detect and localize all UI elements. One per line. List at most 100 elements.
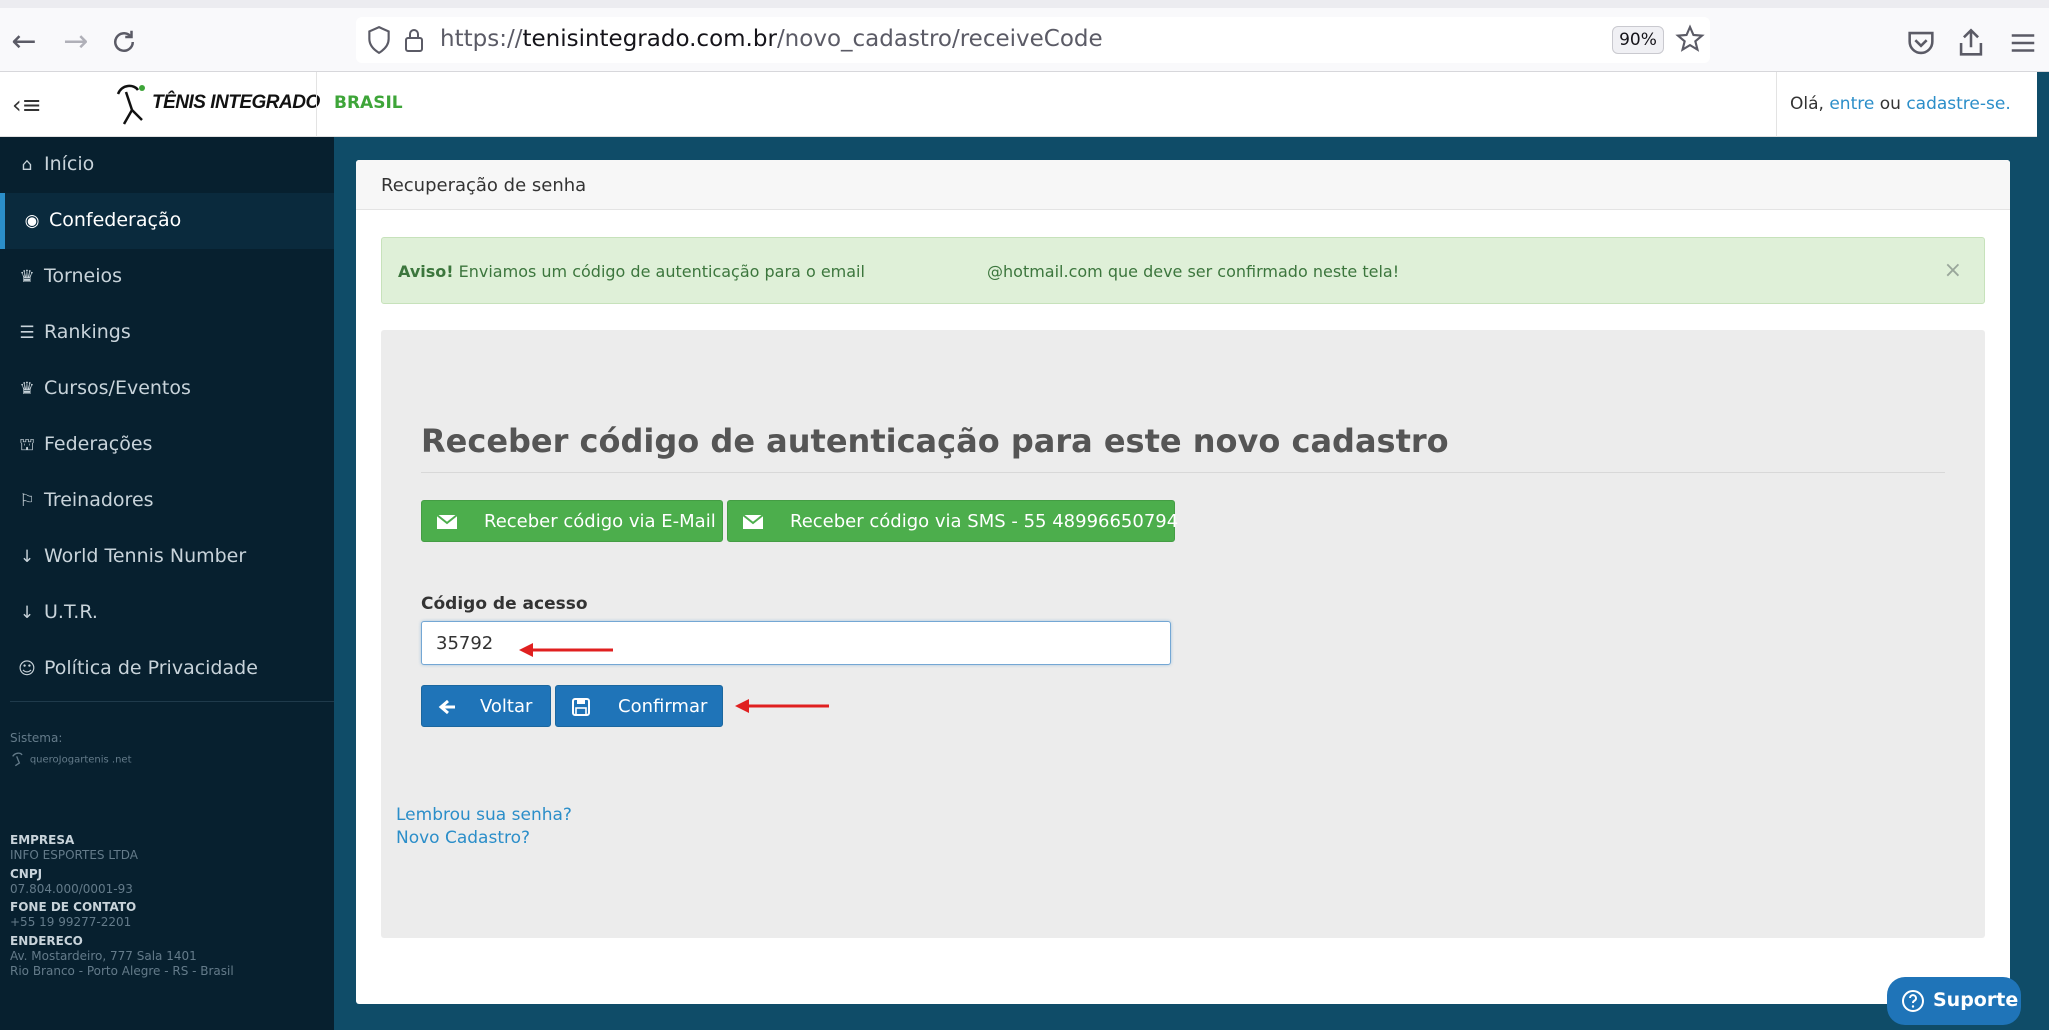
address-label: ENDERECO — [10, 934, 83, 948]
login-prompt: Olá, entre ou cadastre-se. — [1790, 94, 2011, 114]
sidebar-item-confederacao[interactable]: ◉ Confederação — [0, 193, 334, 249]
signup-link[interactable]: cadastre-se. — [1906, 94, 2010, 114]
button-label: Receber código via E-Mail — [484, 511, 716, 532]
sidebar-item-label: Torneios — [44, 265, 123, 287]
access-code-label: Código de acesso — [421, 594, 588, 614]
url-text[interactable]: https://tenisintegrado.com.br/novo_cadas… — [440, 26, 1103, 52]
pocket-icon[interactable] — [1904, 26, 1938, 60]
sidebar-item-label: Treinadores — [44, 489, 154, 511]
url-scheme: https:// — [440, 26, 523, 52]
or-text: ou — [1874, 94, 1907, 114]
panel-heading: Recuperação de senha — [356, 160, 2010, 210]
support-button[interactable]: Suporte — [1887, 977, 2021, 1025]
sidebar-item-federacoes[interactable]: ⛫ Federações — [0, 417, 334, 473]
new-registration-link[interactable]: Novo Cadastro? — [396, 828, 530, 848]
envelope-icon — [742, 514, 764, 529]
send-code-email-button[interactable]: Receber código via E-Mail — [421, 500, 723, 542]
app-header: ‹≡ TÊNIS INTEGRADO BRASIL Olá, entre ou … — [0, 72, 2049, 137]
share-icon[interactable] — [1954, 26, 1988, 60]
sidebar-item-label: Rankings — [44, 321, 131, 343]
button-label: Confirmar — [618, 696, 708, 717]
arrow-left-icon — [438, 699, 455, 715]
support-label: Suporte — [1933, 989, 2019, 1011]
url-domain: tenisintegrado.com.br — [522, 26, 777, 52]
tennis-player-logo-icon — [116, 84, 145, 125]
tennis-player-logo-icon — [12, 752, 23, 767]
floppy-disk-icon — [572, 698, 590, 716]
cnpj-label: CNPJ — [10, 867, 43, 881]
back-icon[interactable]: ← — [6, 24, 42, 60]
envelope-icon — [436, 514, 458, 529]
login-link[interactable]: entre — [1829, 94, 1874, 114]
remember-password-link[interactable]: Lembrou sua senha? — [396, 805, 572, 825]
country-label: BRASIL — [334, 93, 403, 113]
password-recovery-panel: Recuperação de senha Aviso! Enviamos um … — [356, 160, 2010, 1004]
trophy-icon: ♛ — [19, 379, 35, 399]
address-bar[interactable]: https://tenisintegrado.com.br/novo_cadas… — [356, 17, 1710, 63]
sidebar-item-treinadores[interactable]: ⚐ Treinadores — [0, 473, 334, 529]
sidebar-item-inicio[interactable]: ⌂ Início — [0, 137, 334, 193]
url-path: /novo_cadastro/receiveCode — [776, 26, 1103, 52]
annotation-arrow-icon — [735, 699, 829, 713]
header-divider — [1776, 72, 1777, 137]
system-logo[interactable]: queroJogartenis .net — [10, 751, 132, 768]
sidebar-item-utr[interactable]: ↓ U.T.R. — [0, 585, 334, 641]
forward-icon[interactable]: → — [58, 24, 94, 60]
sidebar-item-label: Política de Privacidade — [44, 657, 258, 679]
sidebar-divider — [10, 701, 334, 702]
phone-value: +55 19 99277-2201 — [10, 915, 132, 929]
bank-icon: ⛫ — [19, 435, 35, 455]
help-circle-icon — [1902, 990, 1924, 1012]
tab-strip — [0, 0, 2049, 8]
lock-icon[interactable] — [402, 25, 426, 55]
annotation-arrow-icon — [519, 643, 613, 657]
flag-icon: ⚐ — [19, 491, 35, 511]
site-logo[interactable]: TÊNIS INTEGRADO — [112, 80, 320, 128]
cnpj-value: 07.804.000/0001-93 — [10, 882, 133, 896]
sidebar-item-label: U.T.R. — [44, 601, 98, 623]
bookmark-star-icon[interactable] — [1674, 23, 1706, 55]
alert-bold-label: Aviso! — [398, 262, 454, 281]
users-icon: ☺ — [18, 659, 36, 679]
success-alert: Aviso! Enviamos um código de autenticaçã… — [381, 237, 1985, 304]
sidebar-item-label: Federações — [44, 433, 153, 455]
auth-code-section: Receber código de autenticação para este… — [381, 330, 1985, 938]
send-code-sms-button[interactable]: Receber código via SMS - 55 48996650794 — [727, 500, 1179, 542]
sidebar-item-torneios[interactable]: ♛ Torneios — [0, 249, 334, 305]
trophy-icon: ♛ — [19, 267, 35, 287]
sidebar: ⌂ Início ◉ Confederação ♛ Torneios ☰ Ranking… — [0, 137, 334, 1030]
sidebar-item-rankings[interactable]: ☰ Rankings — [0, 305, 334, 361]
button-label: Receber código via SMS - 55 48996650794 — [790, 511, 1179, 532]
globe-icon: ◉ — [24, 211, 40, 231]
tracking-shield-icon[interactable] — [366, 25, 392, 55]
sidebar-item-politica-privacidade[interactable]: ☺ Política de Privacidade — [0, 641, 334, 697]
sort-icon: ↓ — [19, 547, 35, 567]
panel-title: Recuperação de senha — [381, 175, 587, 196]
reload-icon[interactable] — [106, 24, 142, 60]
sidebar-toggle-icon[interactable]: ‹≡ — [12, 88, 46, 122]
phone-label: FONE DE CONTATO — [10, 900, 137, 914]
address-line: Av. Mostardeiro, 777 Sala 1401 — [10, 949, 197, 963]
zoom-level-button[interactable]: 90% — [1612, 26, 1664, 54]
alert-body-text: Enviamos um código de autenticação para … — [453, 262, 1400, 281]
company-value: INFO ESPORTES LTDA — [10, 848, 138, 862]
scrollbar[interactable] — [2037, 72, 2049, 1030]
hamburger-menu-icon[interactable] — [2008, 26, 2038, 60]
sidebar-item-label: Confederação — [49, 209, 182, 231]
system-label: Sistema: — [10, 731, 63, 745]
home-icon: ⌂ — [21, 155, 33, 175]
sidebar-item-label: Cursos/Eventos — [44, 377, 191, 399]
alert-close-icon[interactable]: × — [1944, 258, 1962, 283]
sidebar-item-world-tennis-number[interactable]: ↓ World Tennis Number — [0, 529, 334, 585]
page-title: Receber código de autenticação para este… — [421, 422, 1449, 460]
address-line: Rio Branco - Porto Alegre - RS - Brasil — [10, 964, 234, 978]
sidebar-item-cursos-eventos[interactable]: ♛ Cursos/Eventos — [0, 361, 334, 417]
sidebar-item-label: Início — [44, 153, 95, 175]
system-logo-text: queroJogartenis .net — [29, 754, 132, 766]
sidebar-item-label: World Tennis Number — [44, 545, 247, 567]
browser-toolbar: ← → https://tenisintegrado.com.br/novo_c… — [0, 0, 2049, 72]
header-divider — [316, 72, 317, 137]
logo-text: TÊNIS INTEGRADO — [152, 92, 320, 113]
back-button[interactable]: Voltar — [421, 685, 551, 727]
confirm-button[interactable]: Confirmar — [555, 685, 723, 727]
